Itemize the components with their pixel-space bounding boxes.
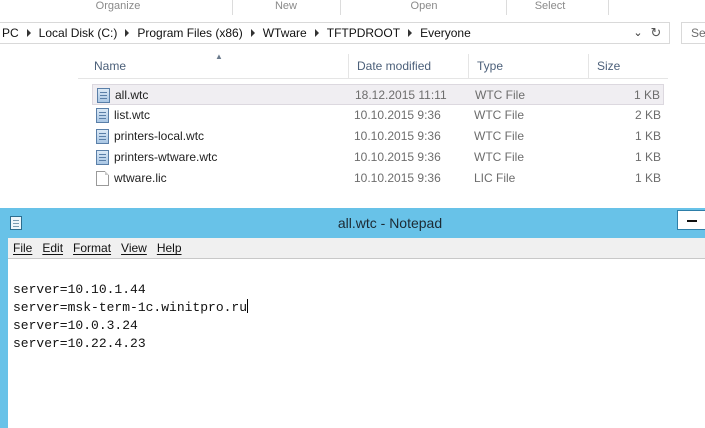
- file-size: 1 KB: [633, 88, 660, 102]
- menu-view[interactable]: View: [116, 241, 152, 255]
- breadcrumb-item-wtware[interactable]: WTware: [259, 26, 311, 40]
- chevron-down-icon[interactable]: ⌄: [631, 26, 645, 40]
- lic-file-icon: [96, 171, 109, 186]
- file-name: printers-wtware.wtc: [114, 150, 218, 164]
- column-header-row: ▲ Name Date modified Type Size: [78, 52, 668, 79]
- column-header-name[interactable]: Name: [86, 54, 348, 78]
- file-row-printers-wtware-wtc[interactable]: printers-wtware.wtc 10.10.2015 9:36 WTC …: [92, 147, 664, 168]
- file-list: ▲ Name Date modified Type Size all.wtc 1…: [78, 52, 668, 209]
- wtc-file-icon: [96, 108, 109, 123]
- file-size: 1 KB: [634, 171, 661, 185]
- file-size: 1 KB: [634, 129, 661, 143]
- file-type: LIC File: [474, 171, 516, 185]
- wtc-file-icon: [97, 88, 110, 103]
- column-header-size[interactable]: Size: [588, 54, 668, 78]
- file-name: printers-local.wtc: [114, 129, 205, 143]
- ribbon-group-open: Open: [410, 0, 438, 12]
- notepad-window: all.wtc - Notepad File Edit Format View …: [0, 208, 705, 428]
- file-name: all.wtc: [115, 88, 149, 102]
- file-type: WTC File: [474, 150, 524, 164]
- text-editor-area[interactable]: server=10.10.1.44 server=msk-term-1c.win…: [8, 258, 705, 428]
- file-date: 10.10.2015 9:36: [354, 171, 441, 185]
- file-date: 10.10.2015 9:36: [354, 108, 441, 122]
- chevron-right-icon[interactable]: [408, 29, 413, 37]
- menu-file[interactable]: File: [8, 241, 37, 255]
- file-date: 10.10.2015 9:36: [354, 150, 441, 164]
- chevron-right-icon[interactable]: [250, 29, 255, 37]
- ribbon-divider: [340, 0, 341, 15]
- breadcrumb-item-local-disk[interactable]: Local Disk (C:): [35, 26, 122, 40]
- file-name: list.wtc: [114, 108, 150, 122]
- search-input[interactable]: Sea: [681, 22, 705, 44]
- notepad-title-bar[interactable]: all.wtc - Notepad: [0, 208, 705, 238]
- ribbon-divider: [506, 0, 507, 15]
- file-name: wtware.lic: [114, 171, 167, 185]
- column-header-type[interactable]: Type: [468, 54, 588, 78]
- ribbon-group-new: New: [274, 0, 297, 12]
- breadcrumb-item-pc[interactable]: PC: [2, 26, 23, 40]
- text-line: server=10.22.4.23: [13, 336, 146, 351]
- window-title: all.wtc - Notepad: [337, 215, 443, 231]
- file-size: 2 KB: [634, 108, 661, 122]
- ribbon-group-labels: Organize New Open Select: [0, 0, 705, 15]
- ribbon-group-select: Select: [534, 0, 566, 12]
- menu-bar: File Edit Format View Help: [8, 238, 705, 258]
- text-line: server=msk-term-1c.winitpro.ru: [13, 299, 249, 315]
- file-size: 1 KB: [634, 150, 661, 164]
- minimize-button[interactable]: [677, 210, 705, 230]
- wtc-file-icon: [96, 150, 109, 165]
- breadcrumb-item-everyone[interactable]: Everyone: [416, 26, 475, 40]
- ribbon-group-organize: Organize: [95, 0, 141, 12]
- breadcrumb-item-program-files[interactable]: Program Files (x86): [133, 26, 246, 40]
- file-row-wtware-lic[interactable]: wtware.lic 10.10.2015 9:36 LIC File 1 KB: [92, 168, 664, 189]
- column-header-date-modified[interactable]: Date modified: [348, 54, 468, 78]
- text-line: server=10.10.1.44: [13, 282, 146, 297]
- document-text[interactable]: server=10.10.1.44 server=msk-term-1c.win…: [13, 281, 249, 353]
- wtc-file-icon: [96, 129, 109, 144]
- breadcrumb: PC Local Disk (C:) Program Files (x86) W…: [2, 23, 475, 43]
- chevron-right-icon[interactable]: [125, 29, 130, 37]
- refresh-icon[interactable]: ↻: [649, 26, 663, 40]
- file-type: WTC File: [475, 88, 525, 102]
- file-row-all-wtc[interactable]: all.wtc 18.12.2015 11:11 WTC File 1 KB: [92, 84, 664, 105]
- file-row-list-wtc[interactable]: list.wtc 10.10.2015 9:36 WTC File 2 KB: [92, 105, 664, 126]
- ribbon-divider: [232, 0, 233, 15]
- text-line: server=10.0.3.24: [13, 318, 138, 333]
- menu-edit[interactable]: Edit: [37, 241, 68, 255]
- chevron-right-icon[interactable]: [26, 29, 31, 37]
- file-type: WTC File: [474, 108, 524, 122]
- text-caret: [247, 299, 249, 313]
- address-bar[interactable]: PC Local Disk (C:) Program Files (x86) W…: [0, 22, 670, 44]
- file-row-printers-local-wtc[interactable]: printers-local.wtc 10.10.2015 9:36 WTC F…: [92, 126, 664, 147]
- chevron-right-icon[interactable]: [314, 29, 319, 37]
- file-date: 18.12.2015 11:11: [355, 88, 447, 102]
- ribbon-divider: [608, 0, 609, 15]
- menu-help[interactable]: Help: [152, 241, 187, 255]
- menu-format[interactable]: Format: [68, 241, 116, 255]
- breadcrumb-item-tftpdroot[interactable]: TFTPDROOT: [323, 26, 404, 40]
- file-type: WTC File: [474, 129, 524, 143]
- file-date: 10.10.2015 9:36: [354, 129, 441, 143]
